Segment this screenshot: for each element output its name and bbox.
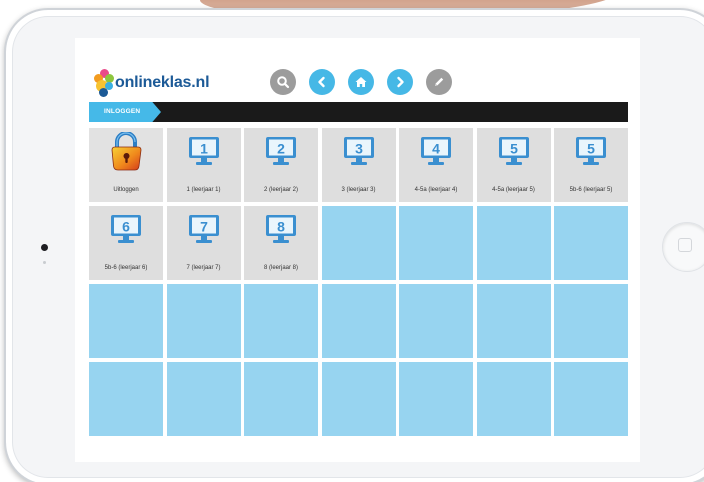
tile-leerjaar-1[interactable]: 1 1 (leerjaar 1) — [166, 128, 241, 202]
tile-label: 2 (leerjaar 2) — [263, 187, 298, 193]
monitor-number: 1 — [200, 141, 208, 157]
monitor-number: 3 — [355, 141, 363, 157]
lock-icon — [111, 132, 142, 171]
empty-tile — [554, 206, 628, 280]
tile-label: Uitloggen — [113, 187, 139, 193]
empty-tile — [244, 284, 318, 358]
next-button[interactable] — [387, 69, 413, 95]
empty-tile — [476, 284, 551, 358]
monitor-number: 4 — [432, 141, 440, 157]
tile-label: 5b-6 (leerjaar 6) — [104, 265, 148, 271]
logo[interactable]: onlineklas.nl — [93, 69, 210, 97]
empty-tile — [554, 362, 628, 436]
empty-tile — [476, 206, 551, 280]
tile-label: 5b-6 (leerjaar 5) — [569, 187, 613, 193]
tile-label: 1 (leerjaar 1) — [186, 187, 221, 193]
empty-tile — [166, 284, 241, 358]
monitor-icon: 4 — [421, 137, 451, 165]
empty-tile — [554, 284, 628, 358]
light-sensor — [43, 261, 46, 264]
nav-toolbar — [270, 69, 452, 95]
monitor-icon: 7 — [188, 215, 219, 243]
empty-tile — [244, 362, 318, 436]
monitor-number: 5 — [510, 141, 518, 157]
empty-tile — [476, 362, 551, 436]
header-bar: INLOGGEN — [89, 102, 628, 122]
chevron-right-icon — [397, 76, 404, 88]
edit-button[interactable] — [426, 69, 452, 95]
tile-leerjaar-8[interactable]: 8 8 (leerjaar 8) — [244, 206, 318, 280]
empty-tile — [89, 284, 163, 358]
search-button[interactable] — [270, 69, 296, 95]
tile-label: 7 (leerjaar 7) — [186, 265, 221, 271]
tile-uitloggen[interactable]: Uitloggen — [89, 128, 163, 202]
monitor-icon: 1 — [188, 137, 219, 165]
logo-mark-icon — [93, 69, 117, 97]
monitor-icon: 8 — [266, 215, 296, 243]
tile-5b-6-leerjaar-5[interactable]: 5 5b-6 (leerjaar 5) — [554, 128, 628, 202]
monitor-icon: 5 — [498, 137, 529, 165]
monitor-number: 5 — [587, 141, 595, 157]
tablet-home-button[interactable] — [662, 222, 704, 272]
search-icon — [277, 76, 290, 89]
tile-label: 4-5a (leerjaar 5) — [492, 187, 535, 193]
app-screen: onlineklas.nl INLOGGEN Uitloggen 1 1 (le… — [75, 38, 640, 462]
tile-4-5a-leerjaar-4[interactable]: 4 4-5a (leerjaar 4) — [399, 128, 473, 202]
home-icon — [355, 77, 367, 87]
monitor-icon: 2 — [266, 137, 296, 165]
home-button[interactable] — [348, 69, 374, 95]
tile-grid: Uitloggen 1 1 (leerjaar 1) 2 2 (leerjaar… — [89, 128, 628, 436]
monitor-number: 7 — [200, 219, 208, 235]
tile-label: 4-5a (leerjaar 4) — [414, 187, 458, 193]
tab-inloggen[interactable]: INLOGGEN — [89, 102, 161, 122]
tile-leerjaar-3[interactable]: 3 3 (leerjaar 3) — [321, 128, 396, 202]
empty-tile — [399, 362, 473, 436]
monitor-number: 2 — [277, 141, 285, 157]
monitor-icon: 5 — [576, 137, 606, 165]
empty-tile — [321, 284, 396, 358]
tile-label: 3 (leerjaar 3) — [341, 187, 376, 193]
empty-tile — [399, 284, 473, 358]
tile-5b-6-leerjaar-6[interactable]: 6 5b-6 (leerjaar 6) — [89, 206, 163, 280]
empty-tile — [321, 362, 396, 436]
monitor-icon: 3 — [343, 137, 374, 165]
chevron-left-icon — [318, 76, 325, 88]
tile-leerjaar-2[interactable]: 2 2 (leerjaar 2) — [244, 128, 318, 202]
empty-tile — [166, 362, 241, 436]
pencil-icon — [435, 77, 444, 86]
tile-4-5a-leerjaar-5[interactable]: 5 4-5a (leerjaar 5) — [476, 128, 551, 202]
monitor-icon: 6 — [111, 215, 141, 243]
empty-tile — [321, 206, 396, 280]
tile-label: 8 (leerjaar 8) — [263, 265, 298, 271]
tile-leerjaar-7[interactable]: 7 7 (leerjaar 7) — [166, 206, 241, 280]
empty-tile — [89, 362, 163, 436]
logo-text: onlineklas.nl — [115, 74, 210, 91]
empty-tile — [399, 206, 473, 280]
monitor-number: 6 — [122, 219, 130, 235]
monitor-number: 8 — [277, 219, 285, 235]
previous-button[interactable] — [309, 69, 335, 95]
front-camera — [41, 244, 48, 251]
